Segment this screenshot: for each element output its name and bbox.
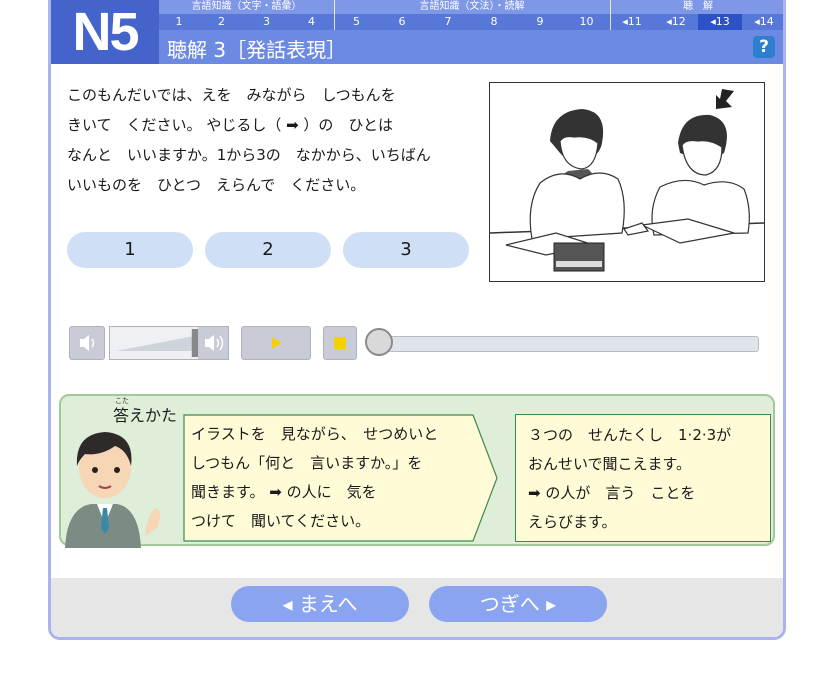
prev-button[interactable]: ◂ まえへ xyxy=(231,586,409,622)
nav-question-11[interactable]: ◂11 xyxy=(610,14,654,30)
nav-question-14[interactable]: ◂14 xyxy=(742,14,783,30)
two-students-illustration xyxy=(489,89,765,272)
nav-question-4[interactable]: 4 xyxy=(289,14,334,30)
nav-question-8[interactable]: 8 xyxy=(471,14,517,30)
step-2-line: ➡ の人が 言う ことを xyxy=(528,484,696,502)
audio-player xyxy=(69,326,759,360)
answer-option-3[interactable]: 3 xyxy=(343,232,469,268)
level-logo: N5 xyxy=(51,0,159,64)
play-icon xyxy=(272,337,282,349)
nav-question-3[interactable]: 3 xyxy=(244,14,289,30)
next-button[interactable]: つぎへ ▸ xyxy=(429,586,607,622)
section-group-bar: 言語知識（文字・語彙） 言語知識（文法）・読解 聴 解 xyxy=(159,0,783,14)
stop-button[interactable] xyxy=(323,326,357,360)
nav-question-9[interactable]: 9 xyxy=(517,14,563,30)
group-grammar-reading: 言語知識（文法）・読解 xyxy=(419,1,525,12)
nav-question-2[interactable]: 2 xyxy=(199,14,244,30)
footer xyxy=(51,578,783,637)
seek-bar[interactable] xyxy=(381,336,759,352)
section-title: 聴解 3［発話表現］ xyxy=(167,38,347,62)
nav-question-10[interactable]: 10 xyxy=(563,14,610,30)
question-illustration xyxy=(489,82,765,282)
step-2-line: おんせいで聞こえます。 xyxy=(528,455,692,473)
nav-question-13[interactable]: ◂13 xyxy=(698,14,742,30)
how-to-answer-panel: こた 答えかた イラストを 見ながら、 せつめいと しつもん「何と 言いますか。… xyxy=(59,394,775,548)
stop-icon xyxy=(334,337,346,349)
group-vocabulary: 言語知識（文字・語彙） xyxy=(191,1,302,12)
step-1-line: イラストを 見ながら、 せつめいと xyxy=(191,425,439,443)
step-1-text: イラストを 見ながら、 せつめいと しつもん「何と 言いますか。」を 聞きます。… xyxy=(191,420,438,536)
speaker-loud-icon xyxy=(198,327,228,359)
step-2-line: ３つの せんたくし 1·2·3が xyxy=(528,426,732,444)
step-1-line: つけて 聞いてください。 xyxy=(191,512,371,530)
step-1-line: しつもん「何と 言いますか。」を xyxy=(191,454,423,472)
nav-question-12[interactable]: ◂12 xyxy=(654,14,698,30)
instruction-line: なんと いいますか。1から3の なかから、いちばん xyxy=(67,146,431,164)
volume-slider[interactable] xyxy=(109,326,229,360)
nav-question-5[interactable]: 5 xyxy=(334,14,379,30)
instruction-line: きいて ください。 やじるし（ ➡ ）の ひとは xyxy=(67,116,393,134)
teacher-icon xyxy=(65,432,160,548)
mute-button[interactable] xyxy=(69,326,105,360)
instructions: このもんだいでは、えを みながら しつもんを きいて ください。 やじるし（ ➡… xyxy=(67,80,487,200)
app-frame: N5 言語知識（文字・語彙） 言語知識（文法）・読解 聴 解 1 2 3 4 5… xyxy=(48,0,786,640)
step-2-line: えらびます。 xyxy=(528,513,617,531)
instruction-line: このもんだいでは、えを みながら しつもんを xyxy=(67,86,396,104)
nav-question-1[interactable]: 1 xyxy=(159,14,199,30)
nav-divider xyxy=(334,0,335,30)
play-button[interactable] xyxy=(241,326,311,360)
nav-question-6[interactable]: 6 xyxy=(379,14,425,30)
answer-option-2[interactable]: 2 xyxy=(205,232,331,268)
step-1-line: 聞きます。 ➡ の人に 気を xyxy=(191,483,377,501)
nav-divider xyxy=(610,0,611,30)
question-number-bar: 1 2 3 4 5 6 7 8 9 10 ◂11 ◂12 ◂13 ◂14 xyxy=(159,14,783,30)
how-to-step-2: ３つの せんたくし 1·2·3が おんせいで聞こえます。 ➡ の人が 言う こと… xyxy=(515,414,771,542)
nav-question-7[interactable]: 7 xyxy=(425,14,471,30)
help-button[interactable]: ? xyxy=(753,36,775,58)
header: N5 言語知識（文字・語彙） 言語知識（文法）・読解 聴 解 1 2 3 4 5… xyxy=(51,0,783,64)
group-listening: 聴 解 xyxy=(683,1,713,12)
step-2-text: ３つの せんたくし 1·2·3が おんせいで聞こえます。 ➡ の人が 言う こと… xyxy=(528,421,731,537)
speaker-icon xyxy=(80,335,95,351)
instruction-line: いいものを ひとつ えらんで ください。 xyxy=(67,176,366,194)
how-to-step-1: イラストを 見ながら、 せつめいと しつもん「何と 言いますか。」を 聞きます。… xyxy=(183,414,499,542)
seek-handle[interactable] xyxy=(365,328,393,356)
answer-option-1[interactable]: 1 xyxy=(67,232,193,268)
